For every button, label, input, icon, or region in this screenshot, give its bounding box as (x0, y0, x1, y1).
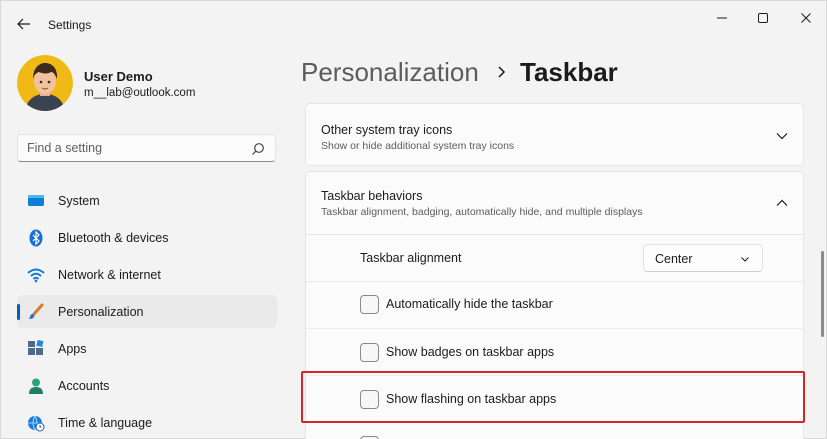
card-title: Other system tray icons (321, 123, 453, 137)
sidebar-item-personalization[interactable]: Personalization (17, 295, 277, 328)
app-title: Settings (48, 18, 92, 32)
minimize-button[interactable] (706, 7, 738, 29)
auto-hide-label[interactable]: Automatically hide the taskbar (386, 297, 553, 311)
sidebar-item-accounts[interactable]: Accounts (17, 369, 277, 402)
other-tray-icons-card[interactable]: Other system tray icons Show or hide add… (305, 103, 804, 166)
user-avatar-icon[interactable] (17, 55, 73, 111)
card-description: Taskbar alignment, badging, automaticall… (321, 206, 643, 218)
card-title: Taskbar behaviors (321, 189, 423, 203)
bluetooth-icon (27, 229, 45, 247)
maximize-button[interactable] (747, 7, 779, 29)
settings-window: Settings User Demo m__lab@outlook.com Fi… (0, 0, 827, 439)
breadcrumb-parent[interactable]: Personalization (301, 57, 479, 88)
auto-hide-checkbox[interactable] (360, 295, 379, 314)
next-row-partial (305, 423, 804, 439)
close-button[interactable] (790, 7, 822, 29)
sidebar-item-label: Accounts (58, 379, 110, 393)
maximize-icon (758, 13, 768, 23)
sidebar-item-time-language[interactable]: Time & language (17, 406, 277, 439)
minimize-icon (717, 17, 727, 19)
apps-icon (27, 340, 45, 358)
user-email: m__lab@outlook.com (84, 87, 196, 99)
auto-hide-row: Automatically hide the taskbar (305, 282, 804, 329)
badges-row: Show badges on taskbar apps (305, 329, 804, 376)
taskbar-behaviors-card[interactable]: Taskbar behaviors Taskbar alignment, bad… (305, 171, 804, 235)
title-bar: Settings (1, 1, 827, 47)
page-title: Taskbar (520, 57, 618, 87)
sidebar-item-bluetooth[interactable]: Bluetooth & devices (17, 221, 277, 254)
sidebar-item-network[interactable]: Network & internet (17, 258, 277, 291)
chevron-down-icon[interactable] (775, 129, 789, 143)
brush-icon (27, 303, 45, 321)
user-name: User Demo (84, 69, 153, 84)
back-arrow-icon (17, 18, 30, 30)
search-input[interactable] (27, 141, 247, 155)
taskbar-alignment-dropdown[interactable]: Center (643, 244, 763, 272)
selected-indicator (17, 304, 20, 320)
badges-checkbox[interactable] (360, 343, 379, 362)
dropdown-value: Center (655, 252, 693, 266)
badges-label[interactable]: Show badges on taskbar apps (386, 345, 554, 359)
taskbar-alignment-label: Taskbar alignment (360, 251, 462, 265)
accounts-icon (27, 377, 45, 395)
search-icon[interactable] (251, 142, 265, 156)
chevron-right-icon (495, 62, 509, 82)
chevron-down-icon (741, 257, 749, 262)
wifi-icon (27, 266, 45, 284)
chevron-up-icon[interactable] (775, 196, 789, 210)
sidebar-item-label: Network & internet (58, 268, 161, 282)
sidebar-item-apps[interactable]: Apps (17, 332, 277, 365)
card-description: Show or hide additional system tray icon… (321, 140, 515, 152)
sidebar-item-label: Apps (58, 342, 87, 356)
back-button[interactable] (12, 13, 36, 35)
globe-clock-icon (27, 414, 45, 432)
close-icon (801, 13, 811, 23)
flashing-label[interactable]: Show flashing on taskbar apps (386, 392, 556, 406)
taskbar-alignment-row: Taskbar alignment Center (305, 235, 804, 282)
sidebar-item-label: Personalization (58, 305, 144, 319)
sidebar-item-label: System (58, 194, 100, 208)
flashing-row: Show flashing on taskbar apps (305, 376, 804, 423)
system-icon (27, 192, 45, 210)
sidebar-item-label: Time & language (58, 416, 153, 430)
flashing-checkbox[interactable] (360, 390, 379, 409)
vertical-scrollbar[interactable] (821, 251, 824, 337)
search-box[interactable] (17, 134, 276, 162)
sidebar-item-label: Bluetooth & devices (58, 231, 169, 245)
sidebar-item-system[interactable]: System (17, 184, 277, 217)
